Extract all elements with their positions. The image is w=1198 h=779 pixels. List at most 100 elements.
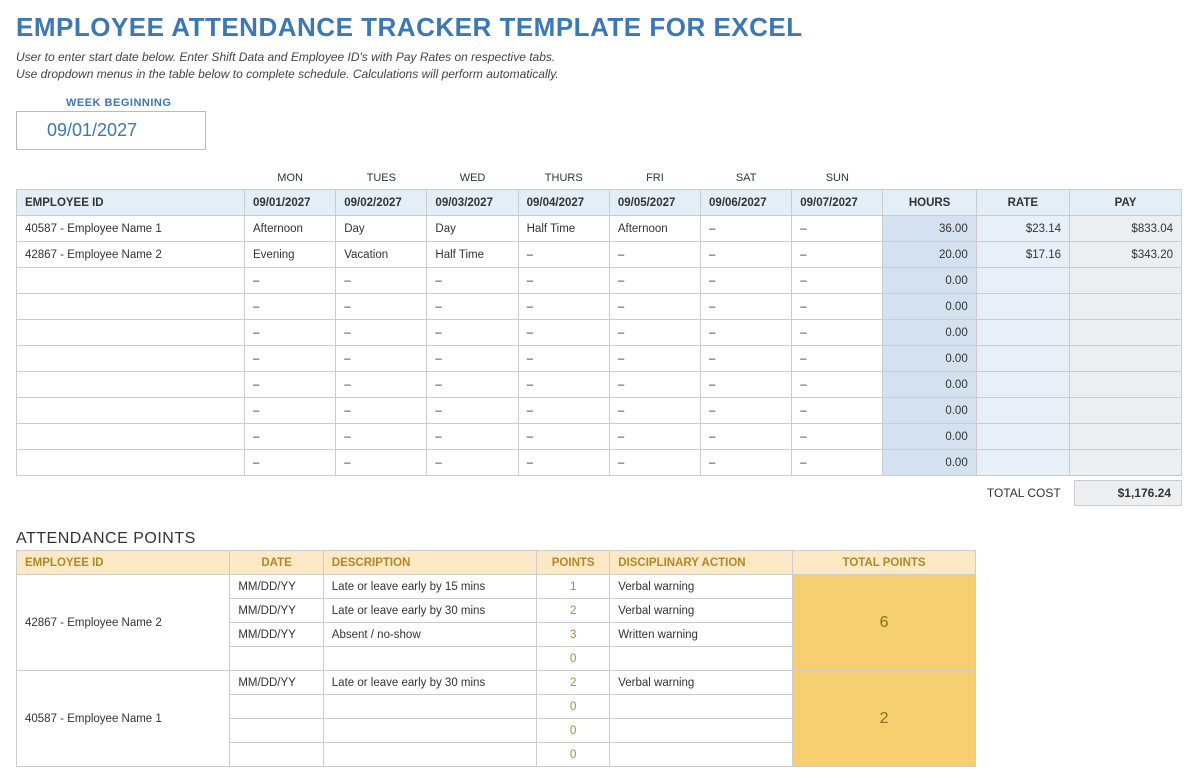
shift-cell[interactable]: – [609, 398, 700, 424]
shift-cell[interactable]: – [336, 450, 427, 476]
shift-cell[interactable]: – [792, 450, 883, 476]
disciplinary-cell[interactable]: Written warning [610, 623, 793, 647]
shift-cell[interactable]: – [701, 372, 792, 398]
shift-cell[interactable]: – [427, 294, 518, 320]
shift-cell[interactable]: – [609, 294, 700, 320]
employee-id-cell[interactable]: 40587 - Employee Name 1 [17, 671, 230, 767]
disciplinary-cell[interactable]: Verbal warning [610, 599, 793, 623]
disciplinary-cell[interactable] [610, 647, 793, 671]
shift-cell[interactable]: – [518, 450, 609, 476]
disciplinary-cell[interactable] [610, 719, 793, 743]
shift-cell[interactable]: – [792, 242, 883, 268]
description-cell[interactable] [323, 743, 536, 767]
description-cell[interactable]: Late or leave early by 30 mins [323, 671, 536, 695]
shift-cell[interactable]: – [792, 346, 883, 372]
shift-cell[interactable]: – [518, 346, 609, 372]
shift-cell[interactable]: Half Time [518, 216, 609, 242]
shift-cell[interactable]: – [518, 320, 609, 346]
shift-cell[interactable]: – [245, 268, 336, 294]
disciplinary-cell[interactable] [610, 743, 793, 767]
shift-cell[interactable]: – [701, 268, 792, 294]
shift-cell[interactable]: – [427, 424, 518, 450]
shift-cell[interactable]: – [336, 346, 427, 372]
shift-cell[interactable]: – [701, 424, 792, 450]
shift-cell[interactable]: – [792, 268, 883, 294]
employee-id-cell[interactable]: 42867 - Employee Name 2 [17, 242, 245, 268]
shift-cell[interactable]: – [518, 294, 609, 320]
shift-cell[interactable]: – [245, 450, 336, 476]
shift-cell[interactable]: – [427, 320, 518, 346]
employee-id-cell[interactable]: 42867 - Employee Name 2 [17, 575, 230, 671]
employee-id-cell[interactable]: 40587 - Employee Name 1 [17, 216, 245, 242]
shift-cell[interactable]: – [701, 346, 792, 372]
shift-cell[interactable]: – [792, 294, 883, 320]
shift-cell[interactable]: Day [336, 216, 427, 242]
shift-cell[interactable]: – [336, 294, 427, 320]
date-cell[interactable]: MM/DD/YY [230, 599, 323, 623]
shift-cell[interactable]: – [245, 424, 336, 450]
shift-cell[interactable]: – [336, 268, 427, 294]
shift-cell[interactable]: – [336, 372, 427, 398]
shift-cell[interactable]: – [701, 242, 792, 268]
shift-cell[interactable]: Vacation [336, 242, 427, 268]
shift-cell[interactable]: – [518, 398, 609, 424]
employee-id-cell[interactable] [17, 424, 245, 450]
shift-cell[interactable]: – [336, 320, 427, 346]
shift-cell[interactable]: – [792, 424, 883, 450]
description-cell[interactable] [323, 647, 536, 671]
shift-cell[interactable]: – [245, 372, 336, 398]
shift-cell[interactable]: Day [427, 216, 518, 242]
date-cell[interactable] [230, 719, 323, 743]
shift-cell[interactable]: – [427, 346, 518, 372]
shift-cell[interactable]: – [609, 372, 700, 398]
description-cell[interactable] [323, 695, 536, 719]
date-cell[interactable] [230, 743, 323, 767]
date-cell[interactable] [230, 695, 323, 719]
shift-cell[interactable]: – [609, 268, 700, 294]
shift-cell[interactable]: – [701, 398, 792, 424]
shift-cell[interactable]: – [792, 320, 883, 346]
shift-cell[interactable]: – [245, 294, 336, 320]
employee-id-cell[interactable] [17, 450, 245, 476]
shift-cell[interactable]: Half Time [427, 242, 518, 268]
shift-cell[interactable]: – [427, 450, 518, 476]
shift-cell[interactable]: – [336, 424, 427, 450]
description-cell[interactable]: Late or leave early by 15 mins [323, 575, 536, 599]
date-cell[interactable] [230, 647, 323, 671]
shift-cell[interactable]: – [609, 424, 700, 450]
shift-cell[interactable]: – [609, 242, 700, 268]
shift-cell[interactable]: – [701, 320, 792, 346]
shift-cell[interactable]: – [336, 398, 427, 424]
employee-id-cell[interactable] [17, 372, 245, 398]
description-cell[interactable]: Absent / no-show [323, 623, 536, 647]
description-cell[interactable]: Late or leave early by 30 mins [323, 599, 536, 623]
shift-cell[interactable]: – [792, 216, 883, 242]
shift-cell[interactable]: – [792, 372, 883, 398]
employee-id-cell[interactable] [17, 320, 245, 346]
disciplinary-cell[interactable]: Verbal warning [610, 575, 793, 599]
shift-cell[interactable]: – [245, 346, 336, 372]
disciplinary-cell[interactable]: Verbal warning [610, 671, 793, 695]
shift-cell[interactable]: – [518, 268, 609, 294]
description-cell[interactable] [323, 719, 536, 743]
shift-cell[interactable]: – [609, 320, 700, 346]
shift-cell[interactable]: Afternoon [245, 216, 336, 242]
shift-cell[interactable]: – [609, 450, 700, 476]
shift-cell[interactable]: – [792, 398, 883, 424]
shift-cell[interactable]: – [427, 372, 518, 398]
shift-cell[interactable]: – [609, 346, 700, 372]
shift-cell[interactable]: – [427, 268, 518, 294]
date-cell[interactable]: MM/DD/YY [230, 671, 323, 695]
date-cell[interactable]: MM/DD/YY [230, 623, 323, 647]
shift-cell[interactable]: – [518, 242, 609, 268]
disciplinary-cell[interactable] [610, 695, 793, 719]
week-beginning-input[interactable]: 09/01/2027 [16, 111, 206, 150]
date-cell[interactable]: MM/DD/YY [230, 575, 323, 599]
shift-cell[interactable]: Afternoon [609, 216, 700, 242]
employee-id-cell[interactable] [17, 398, 245, 424]
shift-cell[interactable]: Evening [245, 242, 336, 268]
shift-cell[interactable]: – [245, 398, 336, 424]
shift-cell[interactable]: – [701, 216, 792, 242]
shift-cell[interactable]: – [245, 320, 336, 346]
shift-cell[interactable]: – [518, 424, 609, 450]
